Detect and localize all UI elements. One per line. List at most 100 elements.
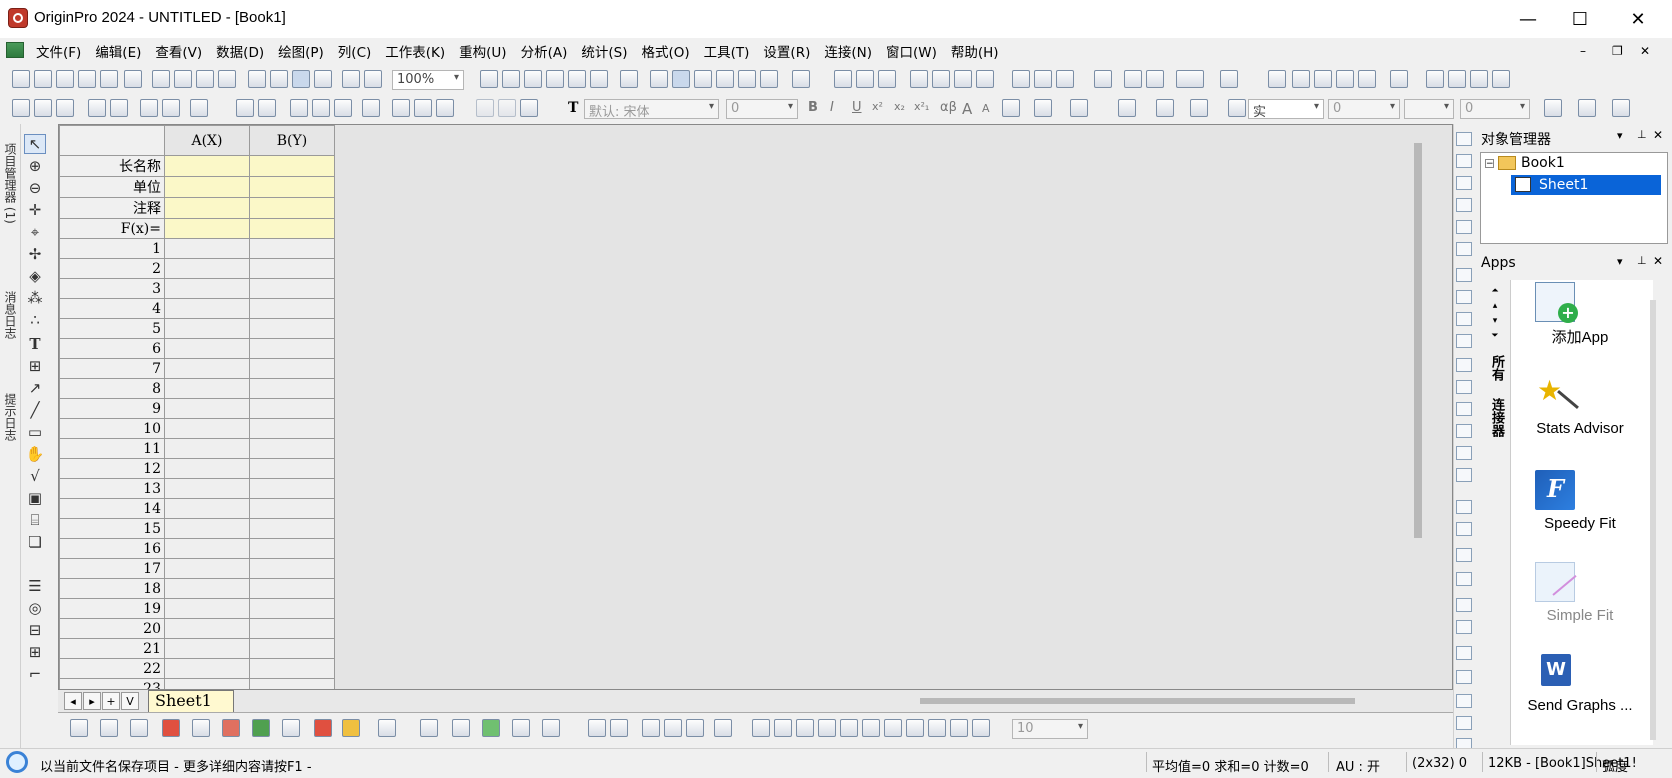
data-cell[interactable] [164,418,250,439]
filter-icon[interactable] [1012,70,1030,88]
data-cell[interactable] [164,638,250,659]
align-middle-icon[interactable] [840,719,858,737]
apps-menu-icon[interactable]: ▾ [1617,255,1623,268]
undo-arrow-icon[interactable] [12,99,30,117]
redo-arrow-icon[interactable] [34,99,52,117]
layer-1-icon[interactable] [1456,132,1472,146]
new-layout-icon[interactable] [174,70,192,88]
meta-cell[interactable] [249,218,335,239]
chart-link-icon[interactable] [436,99,454,117]
status-angle-unit[interactable]: 弧度 [1602,756,1628,775]
minimize-button[interactable]: — [1500,0,1556,38]
speedy-fit-label[interactable]: Speedy Fit [1510,515,1650,532]
mdi-minimize-button[interactable]: – [1580,44,1586,58]
zoom-tool-icon[interactable]: ⊕ [24,156,46,176]
box-plot-icon[interactable] [222,719,240,737]
row-number[interactable]: 13 [59,478,165,499]
data-cell[interactable] [164,498,250,519]
add-layer-icon[interactable] [664,719,682,737]
extract-graph-icon[interactable] [610,719,628,737]
text-icon[interactable]: T [24,334,46,354]
data-cell[interactable] [249,558,335,579]
line-symbol-plot-icon[interactable] [130,719,148,737]
font-color-icon[interactable] [1070,99,1088,117]
layer-22-icon[interactable] [1456,620,1472,634]
data-cell[interactable] [164,318,250,339]
layer-17-icon[interactable] [1456,500,1472,514]
data-cell[interactable] [164,578,250,599]
row-number[interactable]: 12 [59,458,165,479]
row-number[interactable]: 2 [59,258,165,279]
layer-7-icon[interactable] [1456,268,1472,282]
same-height-icon[interactable] [906,719,924,737]
align-bottom-icon[interactable] [862,719,880,737]
layer-13-icon[interactable] [1456,402,1472,416]
template-plot-icon[interactable] [342,719,360,737]
layer-6-icon[interactable] [1456,242,1472,256]
command-window-icon[interactable] [568,70,586,88]
layer-12-icon[interactable] [1456,380,1472,394]
column-header[interactable]: A(X) [164,125,250,156]
tree-sheet-row[interactable]: Sheet1 [1511,175,1661,195]
row-number[interactable]: 5 [59,318,165,339]
cut-icon[interactable] [476,99,494,117]
apps-scrollbar[interactable] [1650,300,1656,740]
data-cell[interactable] [249,498,335,519]
data-cell[interactable] [164,598,250,619]
greek-button[interactable]: αβ [940,100,957,115]
data-cell[interactable] [164,658,250,679]
target-icon[interactable] [414,99,432,117]
mask-tool-icon[interactable]: ∴ [24,310,46,330]
column-none-icon[interactable] [1268,70,1286,88]
set-y-icon[interactable] [1314,70,1332,88]
hatch-icon[interactable] [1544,99,1562,117]
scatter-plot-icon[interactable] [100,719,118,737]
row-number[interactable]: 3 [59,278,165,299]
menu-file[interactable]: 文件(F) [36,41,81,61]
row-number[interactable]: 17 [59,558,165,579]
menu-reshape[interactable]: 重构(U) [459,41,506,61]
font-size-combo[interactable]: 0 [726,99,798,119]
bar-chart-icon[interactable] [954,70,972,88]
column-plot-icon[interactable] [162,719,180,737]
data-cell[interactable] [249,518,335,539]
print-icon[interactable] [480,70,498,88]
arrange-layer-icon[interactable] [686,719,704,737]
bracket-icon[interactable]: ⌐ [24,664,46,684]
menu-edit[interactable]: 编辑(E) [95,41,141,61]
pointer-icon[interactable]: ↖ [24,134,46,154]
stack-icon[interactable]: ⊟ [24,620,46,640]
insert-column-icon[interactable] [258,99,276,117]
sheet-list-button[interactable]: V [121,692,139,710]
menu-format[interactable]: 格式(O) [641,41,689,61]
increase-font-button[interactable]: A [962,100,972,118]
layer-management-icon[interactable] [642,719,660,737]
data-cell[interactable] [249,678,335,689]
new-folder-icon[interactable] [34,70,52,88]
data-cell[interactable] [249,578,335,599]
import-wizard-icon[interactable] [364,70,382,88]
message-log-tab[interactable]: 消息日志 [1,280,19,350]
menu-tools[interactable]: 工具(T) [704,41,750,61]
layer-26-icon[interactable] [1456,716,1472,730]
data-cell[interactable] [249,538,335,559]
bold-button[interactable]: B [808,100,818,115]
tree-book[interactable]: Book1 [1521,155,1565,171]
set-error-icon[interactable] [1358,70,1376,88]
layer-4-icon[interactable] [1456,198,1472,212]
line-plot-icon[interactable] [70,719,88,737]
equation-icon[interactable]: √ [24,466,46,486]
data-display-icon[interactable] [694,70,712,88]
first-icon[interactable] [1426,70,1444,88]
sum-icon[interactable] [834,70,852,88]
data-cell[interactable] [164,558,250,579]
add-sheet-button[interactable]: + [102,692,120,710]
apps-tab-connectors[interactable]: 连接器 [1487,398,1506,437]
add-plot-icon[interactable] [392,99,410,117]
layer-24-icon[interactable] [1456,670,1472,684]
zoom-in-icon[interactable] [650,70,668,88]
menu-worksheet[interactable]: 工作表(K) [385,41,445,61]
open-icon[interactable] [248,70,266,88]
pin-panel-icon[interactable]: ⊥ [1637,128,1647,141]
data-cell[interactable] [164,238,250,259]
